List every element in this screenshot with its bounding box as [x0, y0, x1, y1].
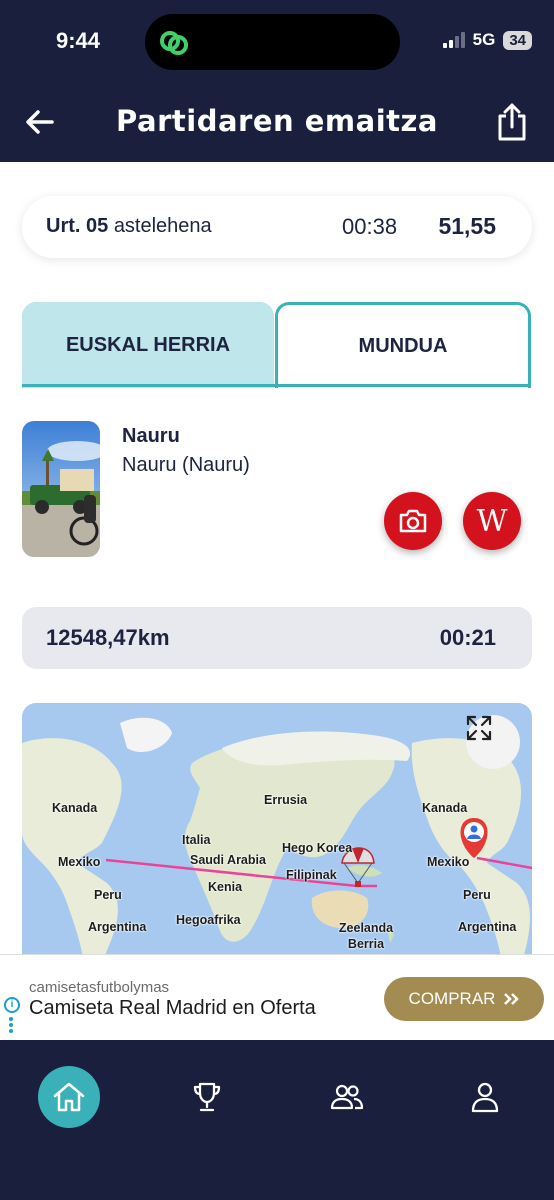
more-options-icon[interactable] — [9, 1017, 13, 1035]
camera-icon — [399, 509, 427, 533]
tab-underline — [22, 384, 531, 387]
map-label: Peru — [463, 888, 491, 902]
app-header: Partidaren emaitza — [0, 84, 554, 162]
place-name: Nauru — [122, 425, 180, 447]
nav-groups[interactable] — [316, 1066, 378, 1128]
profile-icon — [471, 1082, 499, 1113]
distance-km: 12548,47km — [46, 625, 170, 650]
tab-euskal-herria[interactable]: EUSKAL HERRIA — [22, 302, 274, 388]
ad-cta-label: COMPRAR — [408, 989, 496, 1008]
map-label: Saudi Arabia — [190, 853, 266, 867]
group-icon — [330, 1084, 364, 1110]
expand-map-button[interactable] — [466, 715, 520, 769]
map-label: Filipinak — [286, 868, 337, 882]
nav-profile[interactable] — [454, 1066, 516, 1128]
map-label: Kenia — [208, 880, 243, 894]
result-time: 00:38 — [342, 214, 398, 239]
map-label: Errusia — [264, 793, 308, 807]
result-score: 51,55 — [438, 213, 496, 239]
link-icon — [160, 31, 188, 55]
map-label: Mexiko — [427, 855, 470, 869]
ad-source: camisetasfutbolymas — [29, 979, 170, 996]
status-time: 9:44 — [56, 28, 101, 53]
page-title: Partidaren emaitza — [116, 104, 438, 138]
camera-button[interactable] — [384, 492, 442, 550]
map-label: Hegoafrika — [176, 913, 241, 927]
trophy-icon — [193, 1082, 221, 1112]
dynamic-island — [145, 14, 400, 70]
map-label: Peru — [94, 888, 122, 902]
result-date: Urt. 05 astelehena — [46, 215, 212, 237]
status-bar: 9:44 5G 34 — [0, 0, 554, 84]
distance-card: 12548,47km 00:21 — [22, 607, 532, 669]
map-label: Italia — [182, 833, 211, 847]
ad-title[interactable]: Camiseta Real Madrid en Oferta — [29, 997, 316, 1020]
network-type: 5G — [472, 30, 496, 49]
place-subtitle: Nauru (Nauru) — [122, 454, 250, 476]
expand-icon — [466, 715, 492, 741]
map-label: Zeelanda Berria — [338, 921, 394, 951]
bottom-navigation — [0, 1040, 554, 1200]
distance-time: 00:21 — [439, 625, 496, 650]
share-icon[interactable] — [496, 102, 528, 142]
map-label: Argentina — [88, 920, 147, 934]
ad-banner[interactable]: i camisetasfutbolymas Camiseta Real Madr… — [0, 954, 554, 1040]
signal-icon — [442, 32, 465, 48]
map-label: Mexiko — [58, 855, 101, 869]
map-label: Hego Korea — [282, 841, 353, 855]
info-icon[interactable]: i — [4, 997, 20, 1013]
map-label: Argentina — [458, 920, 517, 934]
nav-home[interactable] — [38, 1066, 100, 1128]
home-icon — [53, 1082, 85, 1112]
map-label: Kanada — [422, 801, 468, 815]
ad-cta-button[interactable]: COMPRAR — [384, 977, 544, 1021]
status-indicators: 5G 34 — [442, 30, 532, 50]
result-summary-card: Urt. 05 astelehena 00:38 51,55 — [22, 196, 532, 258]
battery-icon: 34 — [503, 30, 532, 50]
world-map[interactable]: Kanada Errusia Italia Hego Korea Saudi A… — [22, 703, 532, 963]
map-label: Kanada — [52, 801, 98, 815]
wikipedia-button[interactable]: W — [463, 492, 521, 550]
tab-mundua[interactable]: MUNDUA — [275, 302, 531, 388]
place-photo — [22, 421, 100, 557]
double-chevron-right-icon — [504, 993, 520, 1005]
nav-trophy[interactable] — [176, 1066, 238, 1128]
